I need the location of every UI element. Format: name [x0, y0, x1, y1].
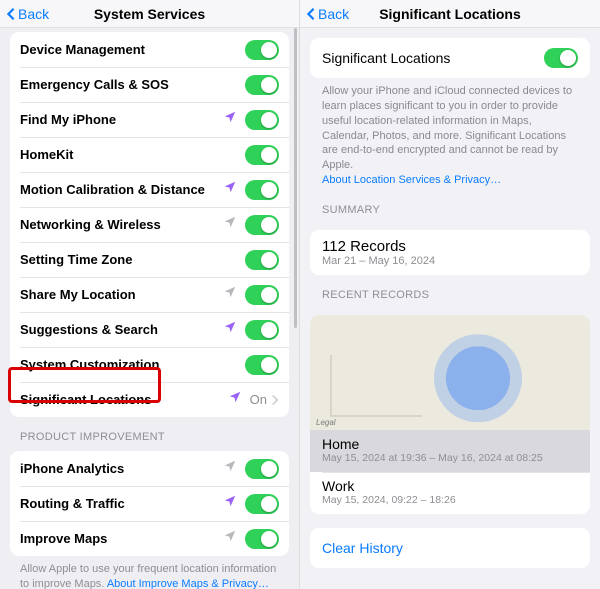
- location-arrow-icon: [223, 494, 245, 513]
- row-label: Setting Time Zone: [20, 252, 245, 267]
- record-row[interactable]: WorkMay 15, 2024, 09:22 – 18:26: [310, 472, 590, 514]
- summary-block[interactable]: 112 Records Mar 21 – May 16, 2024: [310, 230, 590, 275]
- toggle-switch[interactable]: [245, 145, 279, 165]
- list-row[interactable]: System Customization: [10, 347, 289, 382]
- row-label: Emergency Calls & SOS: [20, 77, 245, 92]
- list-row[interactable]: Device Management: [10, 32, 289, 67]
- location-arrow-icon: [228, 390, 250, 409]
- summary-count: 112 Records: [310, 230, 590, 255]
- footer-link[interactable]: About Improve Maps & Privacy…: [107, 578, 269, 589]
- toggle-label: Significant Locations: [322, 50, 544, 66]
- section-header: PRODUCT IMPROVEMENT: [0, 417, 299, 447]
- row-label: Find My iPhone: [20, 112, 223, 127]
- row-label: Improve Maps: [20, 531, 223, 546]
- list-row[interactable]: Motion Calibration & Distance: [10, 172, 289, 207]
- row-label: Routing & Traffic: [20, 496, 223, 511]
- list-row[interactable]: Find My iPhone: [10, 102, 289, 137]
- location-arrow-icon: [223, 320, 245, 339]
- chevron-left-icon: [6, 7, 16, 21]
- location-arrow-icon: [223, 180, 245, 199]
- summary-header: SUMMARY: [310, 190, 590, 220]
- recent-header: RECENT RECORDS: [310, 275, 590, 305]
- toggle-switch[interactable]: [245, 180, 279, 200]
- description-text: Allow your iPhone and iCloud connected d…: [310, 78, 590, 190]
- record-row[interactable]: HomeMay 15, 2024 at 19:36 – May 16, 2024…: [310, 430, 590, 472]
- toggle-block: Significant Locations: [310, 38, 590, 78]
- toggle-switch[interactable]: [245, 285, 279, 305]
- list-row[interactable]: Suggestions & Search: [10, 312, 289, 347]
- left-navbar: Back System Services: [0, 0, 299, 28]
- toggle-switch[interactable]: [245, 75, 279, 95]
- row-label: System Customization: [20, 357, 245, 372]
- toggle-switch[interactable]: [245, 355, 279, 375]
- right-navbar: Back Significant Locations: [300, 0, 600, 28]
- row-label: HomeKit: [20, 147, 245, 162]
- improvement-list: iPhone Analytics Routing & Traffic Improve…: [10, 451, 289, 556]
- location-arrow-icon: [223, 110, 245, 129]
- privacy-link[interactable]: About Location Services & Privacy…: [322, 174, 501, 186]
- footer-text: Allow Apple to use your frequent locatio…: [0, 556, 299, 589]
- row-label: Motion Calibration & Distance: [20, 182, 223, 197]
- row-label: Networking & Wireless: [20, 217, 223, 232]
- toggle-switch[interactable]: [245, 110, 279, 130]
- clear-block: Clear History: [310, 528, 590, 568]
- summary-range: Mar 21 – May 16, 2024: [310, 255, 590, 275]
- toggle-switch[interactable]: [245, 250, 279, 270]
- list-row[interactable]: Setting Time Zone: [10, 242, 289, 277]
- row-label: Significant Locations: [20, 392, 228, 407]
- back-button[interactable]: Back: [6, 6, 49, 22]
- list-row[interactable]: Improve Maps: [10, 521, 289, 556]
- back-label: Back: [18, 6, 49, 22]
- page-title: System Services: [94, 6, 205, 22]
- recent-block: Legal HomeMay 15, 2024 at 19:36 – May 16…: [310, 315, 590, 514]
- row-label: Share My Location: [20, 287, 223, 302]
- list-row[interactable]: Emergency Calls & SOS: [10, 67, 289, 102]
- list-row[interactable]: HomeKit: [10, 137, 289, 172]
- page-title: Significant Locations: [379, 6, 521, 22]
- toggle-switch[interactable]: [245, 40, 279, 60]
- row-label: Device Management: [20, 42, 245, 57]
- location-arrow-icon: [223, 285, 245, 304]
- chevron-right-icon: [271, 394, 279, 406]
- toggle-switch[interactable]: [245, 529, 279, 549]
- record-title: Home: [322, 436, 578, 452]
- row-value: On: [250, 392, 267, 407]
- map-preview[interactable]: Legal: [310, 315, 590, 430]
- row-label: iPhone Analytics: [20, 461, 223, 476]
- list-row[interactable]: Share My Location: [10, 277, 289, 312]
- toggle-switch[interactable]: [245, 320, 279, 340]
- record-sub: May 15, 2024, 09:22 – 18:26: [322, 494, 578, 506]
- list-row[interactable]: Networking & Wireless: [10, 207, 289, 242]
- scrollbar[interactable]: [294, 28, 297, 328]
- list-row[interactable]: Significant Locations On: [10, 382, 289, 417]
- map-legal[interactable]: Legal: [316, 418, 336, 427]
- list-row[interactable]: Routing & Traffic: [10, 486, 289, 521]
- record-title: Work: [322, 478, 578, 494]
- toggle-switch[interactable]: [544, 48, 578, 68]
- services-list: Device Management Emergency Calls & SOS Fi…: [10, 32, 289, 417]
- location-arrow-icon: [223, 215, 245, 234]
- system-services-pane: Back System Services Device Management Em…: [0, 0, 300, 589]
- toggle-switch[interactable]: [245, 494, 279, 514]
- location-arrow-icon: [223, 529, 245, 548]
- toggle-switch[interactable]: [245, 459, 279, 479]
- back-button[interactable]: Back: [306, 6, 349, 22]
- toggle-switch[interactable]: [245, 215, 279, 235]
- location-arrow-icon: [223, 459, 245, 478]
- significant-locations-pane: Back Significant Locations Significant L…: [300, 0, 600, 589]
- clear-history-button[interactable]: Clear History: [310, 528, 590, 568]
- chevron-left-icon: [306, 7, 316, 21]
- row-label: Suggestions & Search: [20, 322, 223, 337]
- record-sub: May 15, 2024 at 19:36 – May 16, 2024 at …: [322, 452, 578, 464]
- list-row[interactable]: iPhone Analytics: [10, 451, 289, 486]
- back-label: Back: [318, 6, 349, 22]
- significant-locations-toggle-row[interactable]: Significant Locations: [310, 38, 590, 78]
